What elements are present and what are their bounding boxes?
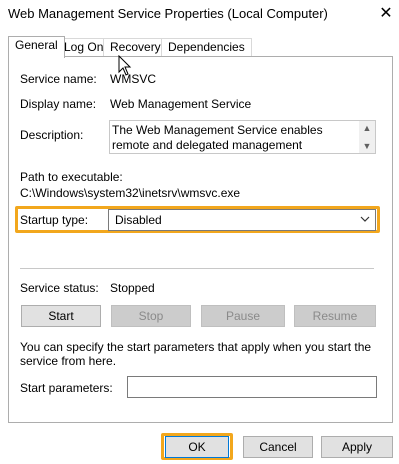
description-label: Description: (20, 128, 84, 142)
description-box[interactable]: The Web Management Service enables remot… (109, 120, 376, 154)
startup-type-value: Disabled (115, 213, 162, 227)
ok-button[interactable]: OK (165, 436, 229, 458)
description-text: The Web Management Service enables remot… (112, 123, 323, 152)
chevron-down-icon (360, 216, 370, 222)
startup-type-select[interactable]: Disabled (108, 209, 376, 231)
tab-dependencies[interactable]: Dependencies (161, 38, 252, 57)
resume-button[interactable]: Resume (294, 305, 376, 327)
divider (20, 268, 374, 269)
apply-button[interactable]: Apply (321, 436, 393, 458)
description-scrollbar[interactable]: ▲ ▼ (359, 121, 375, 153)
title-bar: Web Management Service Properties (Local… (0, 0, 399, 30)
service-name-value: WMSVC (110, 72, 156, 86)
service-status-label: Service status: (20, 281, 99, 295)
service-name-label: Service name: (20, 72, 97, 86)
mouse-cursor-icon (118, 55, 132, 76)
start-params-label: Start parameters: (20, 381, 113, 395)
path-label: Path to executable: (20, 170, 123, 184)
start-params-input[interactable] (127, 376, 377, 398)
stop-button[interactable]: Stop (111, 305, 191, 327)
cancel-button[interactable]: Cancel (243, 436, 313, 458)
display-name-value: Web Management Service (110, 97, 252, 111)
tab-general[interactable]: General (8, 36, 65, 58)
scroll-up-icon[interactable]: ▲ (362, 123, 372, 133)
close-icon[interactable]: ✕ (376, 4, 396, 24)
pause-button[interactable]: Pause (201, 305, 285, 327)
service-status-value: Stopped (110, 281, 155, 295)
startup-type-label: Startup type: (20, 213, 89, 227)
display-name-label: Display name: (20, 97, 97, 111)
window-title: Web Management Service Properties (Local… (8, 6, 328, 21)
tab-recovery[interactable]: Recovery (103, 38, 168, 57)
start-button[interactable]: Start (21, 305, 101, 327)
path-value: C:\Windows\system32\inetsrv\wmsvc.exe (20, 186, 241, 200)
scroll-down-icon[interactable]: ▼ (362, 141, 372, 151)
start-params-info: You can specify the start parameters tha… (20, 340, 372, 368)
